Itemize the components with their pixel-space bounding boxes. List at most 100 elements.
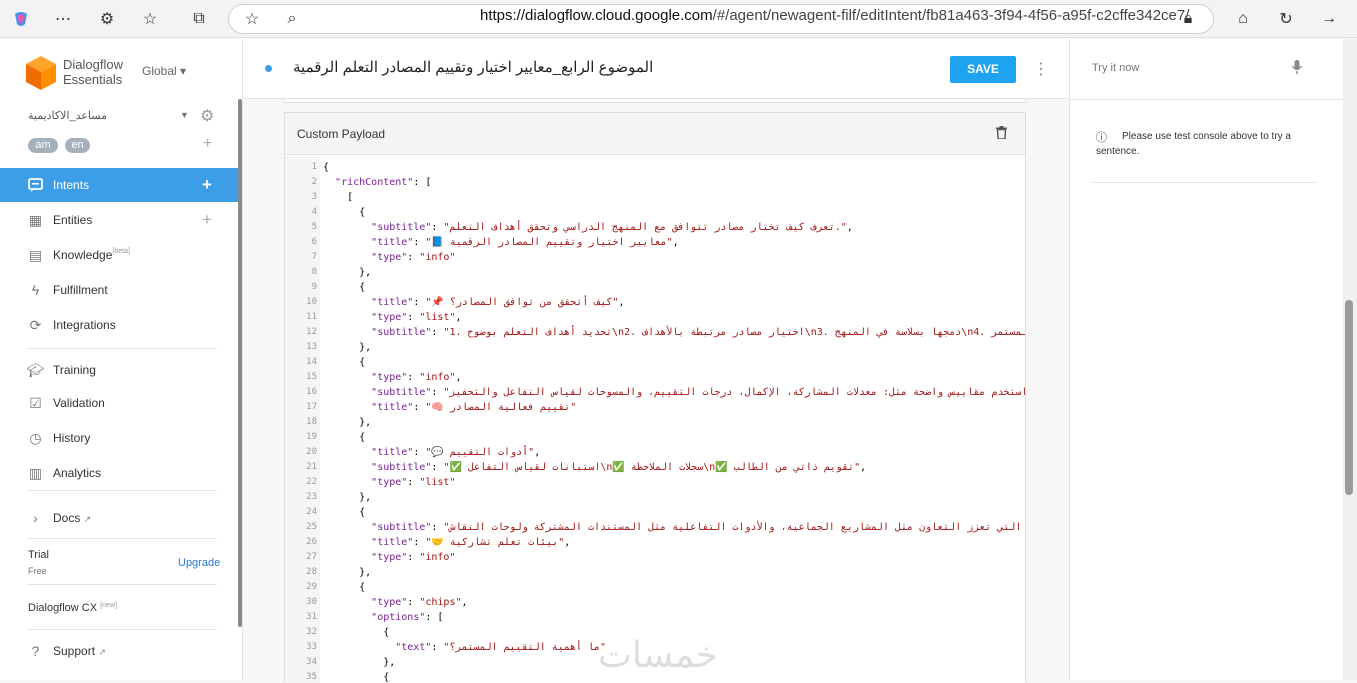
code-text: "subtitle": "استخدم مقاييس واضحة مثل: مع… <box>371 387 1025 398</box>
sidebar-item-integrations[interactable]: ⟳ Integrations <box>0 308 240 342</box>
previous-card <box>284 100 1026 103</box>
code-line[interactable]: 13 }, <box>285 340 1025 355</box>
extensions-icon[interactable]: ⧉ <box>188 8 210 30</box>
code-line[interactable]: 6 "title": "📘 معايير اختيار وتقييم المصا… <box>285 235 1025 250</box>
code-text: "type": "info", <box>371 372 462 383</box>
agent-name[interactable]: مساعد_الاكاديمية <box>28 109 107 122</box>
code-line[interactable]: 9 { <box>285 280 1025 295</box>
microphone-icon[interactable] <box>1291 60 1303 77</box>
sidebar-item-label: Intents <box>53 178 90 192</box>
code-line[interactable]: 20 "title": "💬 أدوات التقييم", <box>285 445 1025 460</box>
json-editor[interactable]: 1{2 "richContent": [3 [4 {5 "subtitle": … <box>285 156 1025 683</box>
code-line[interactable]: 23 }, <box>285 490 1025 505</box>
url-text[interactable]: https://dialogflow.cloud.google.com/#/ag… <box>480 7 1189 24</box>
code-line[interactable]: 27 "type": "info" <box>285 550 1025 565</box>
code-line[interactable]: 5 "subtitle": "تعرف كيف تختار مصادر تتوا… <box>285 220 1025 235</box>
sidebar-item-history[interactable]: ◷ History <box>0 421 240 455</box>
code-line[interactable]: 11 "type": "list", <box>285 310 1025 325</box>
line-number: 34 <box>306 657 317 667</box>
tracking-prevention-icon[interactable]: ⚙ <box>96 8 118 30</box>
code-line[interactable]: 8 }, <box>285 265 1025 280</box>
chevron-right-icon: › <box>33 510 38 526</box>
line-number: 9 <box>311 282 317 292</box>
forward-icon[interactable]: → <box>1318 8 1340 30</box>
search-icon[interactable]: ⌕ <box>281 8 303 30</box>
code-line[interactable]: 25 "subtitle": "فعّل المصادر التي تعزز ا… <box>285 520 1025 535</box>
home-icon[interactable]: ⌂ <box>1232 8 1254 30</box>
sidebar-scrollbar[interactable] <box>238 99 242 627</box>
sidebar-item-fulfillment[interactable]: ϟ Fulfillment <box>0 273 240 307</box>
custom-payload-title: Custom Payload <box>297 127 386 141</box>
code-text: { <box>323 207 366 218</box>
code-line[interactable]: 29 { <box>285 580 1025 595</box>
code-line[interactable]: 21 "subtitle": "✅ استبانات لقياس التفاعل… <box>285 460 1025 475</box>
refresh-icon[interactable]: ↻ <box>1275 8 1297 30</box>
sidebar-item-docs[interactable]: › Docs ↗ <box>0 501 240 535</box>
add-language-icon[interactable]: + <box>203 135 212 153</box>
sidebar-item-label: Docs ↗ <box>53 511 92 525</box>
divider <box>27 348 217 349</box>
sidebar-item-support[interactable]: ? Support ↗ <box>0 634 240 668</box>
code-line[interactable]: 18 }, <box>285 415 1025 430</box>
brand-name: Dialogflow Essentials <box>63 57 123 87</box>
line-number: 17 <box>306 402 317 412</box>
upgrade-link[interactable]: Upgrade <box>178 557 220 569</box>
code-text: { <box>323 357 366 368</box>
dialogflow-logo-icon <box>26 56 56 90</box>
sidebar-item-label: Analytics <box>53 466 102 480</box>
language-chip-am[interactable]: am <box>28 138 58 153</box>
intent-title[interactable]: الموضوع الرابع_معايير اختيار وتقييم المص… <box>293 58 653 76</box>
sidebar-item-validation[interactable]: ☑ Validation <box>0 386 240 420</box>
more-vert-icon[interactable]: ⋮ <box>1033 59 1049 79</box>
trash-icon[interactable] <box>996 126 1007 142</box>
code-line[interactable]: 16 "subtitle": "استخدم مقاييس واضحة مثل:… <box>285 385 1025 400</box>
code-line[interactable]: 17 "title": "🧠 تقييم فعالية المصادر" <box>285 400 1025 415</box>
sidebar-item-analytics[interactable]: ▥ Analytics <box>0 456 240 490</box>
line-number: 35 <box>306 672 317 682</box>
try-it-now-input[interactable]: Try it now <box>1092 62 1139 74</box>
copilot-icon[interactable] <box>10 8 32 30</box>
code-line[interactable]: 3 [ <box>285 190 1025 205</box>
line-number: 4 <box>311 207 317 217</box>
code-line[interactable]: 7 "type": "info" <box>285 250 1025 265</box>
code-line[interactable]: 4 { <box>285 205 1025 220</box>
code-line[interactable]: 31 "options": [ <box>285 610 1025 625</box>
sidebar-item-knowledge[interactable]: ▤ Knowledge[beta] <box>0 238 240 272</box>
more-icon[interactable]: ⋯ <box>52 8 74 30</box>
save-button[interactable]: SAVE <box>950 56 1016 83</box>
dialogflow-cx-link[interactable]: Dialogflow CX [new] <box>28 602 117 614</box>
region-selector[interactable]: Global ▾ <box>142 64 186 78</box>
external-link-icon: ↗ <box>83 514 92 524</box>
star-icon[interactable]: ☆ <box>241 8 263 30</box>
code-line[interactable]: 28 }, <box>285 565 1025 580</box>
code-line[interactable]: 2 "richContent": [ <box>285 175 1025 190</box>
language-chip-en[interactable]: en <box>65 138 90 153</box>
agent-dropdown-icon[interactable]: ▼ <box>180 110 189 120</box>
code-line[interactable]: 10 "title": "📌 كيف أتحقق من توافق المصاد… <box>285 295 1025 310</box>
sidebar-item-entities[interactable]: ▦ Entities + <box>0 203 240 237</box>
line-number: 10 <box>306 297 317 307</box>
favorites-icon[interactable]: ☆ <box>139 8 161 30</box>
line-number: 6 <box>311 237 317 247</box>
code-line[interactable]: 26 "title": "🤝 بيئات تعلم تشاركية", <box>285 535 1025 550</box>
trial-label: Trial <box>28 549 49 561</box>
code-line[interactable]: 30 "type": "chips", <box>285 595 1025 610</box>
code-line[interactable]: 14 { <box>285 355 1025 370</box>
code-line[interactable]: 12 "subtitle": "1. تحديد أهداف التعلم بو… <box>285 325 1025 340</box>
code-text: "subtitle": "فعّل المصادر التي تعزز التع… <box>371 522 1022 533</box>
sidebar-item-training[interactable]: 🎓︎ Training <box>0 353 240 387</box>
code-line[interactable]: 15 "type": "info", <box>285 370 1025 385</box>
code-line[interactable]: 1{ <box>285 160 1025 175</box>
sidebar-item-label: Entities <box>53 213 93 227</box>
line-number: 5 <box>311 222 317 232</box>
page-scrollbar-thumb[interactable] <box>1345 300 1353 495</box>
code-line[interactable]: 24 { <box>285 505 1025 520</box>
add-entity-icon[interactable]: + <box>202 210 212 230</box>
sidebar-item-intents[interactable]: Intents + <box>0 168 240 202</box>
add-intent-icon[interactable]: + <box>202 175 212 195</box>
divider <box>27 538 217 539</box>
gear-icon[interactable]: ⚙ <box>200 106 214 126</box>
code-line[interactable]: 22 "type": "list" <box>285 475 1025 490</box>
code-line[interactable]: 19 { <box>285 430 1025 445</box>
intent-header: الموضوع الرابع_معايير اختيار وتقييم المص… <box>243 39 1068 99</box>
